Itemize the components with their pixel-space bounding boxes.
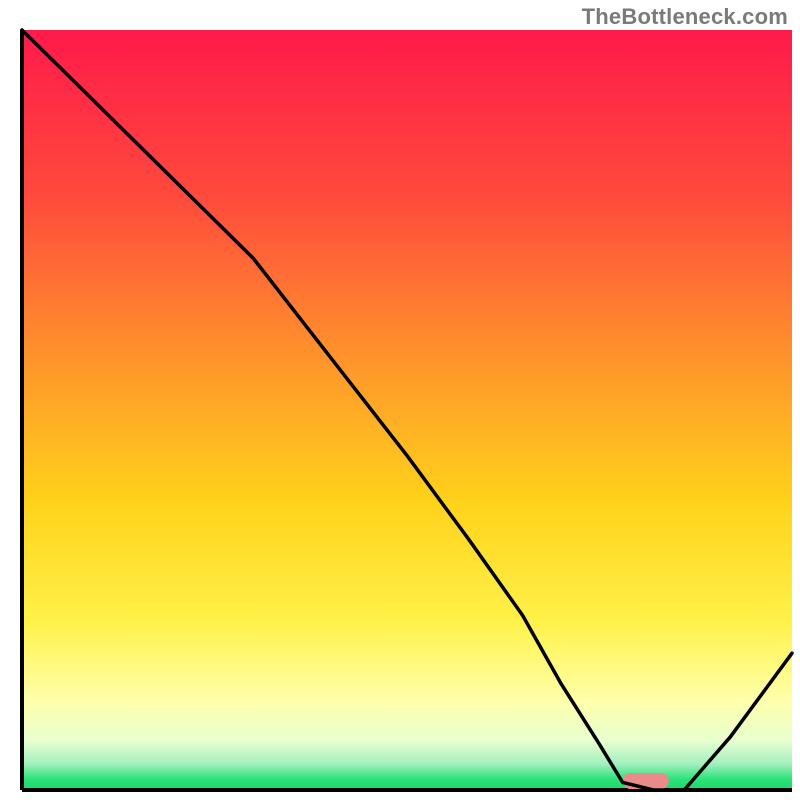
chart-container: TheBottleneck.com	[0, 0, 800, 800]
bottleneck-chart	[0, 0, 800, 800]
plot-area	[22, 30, 792, 790]
